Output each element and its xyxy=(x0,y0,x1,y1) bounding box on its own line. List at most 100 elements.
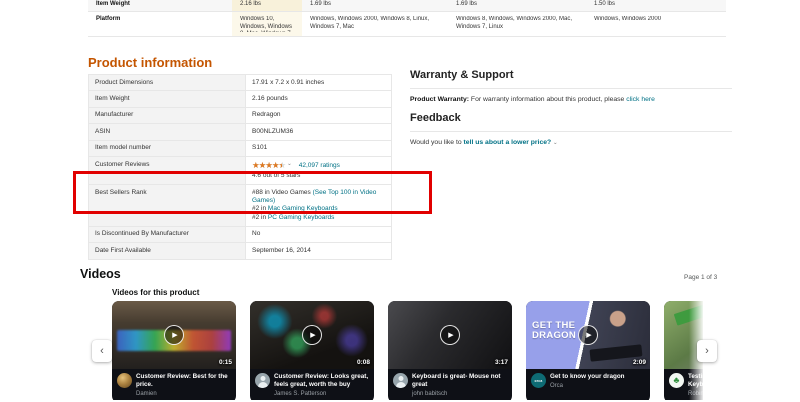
video-thumbnail: ▶ 0:15 xyxy=(112,301,236,369)
video-duration: 0:08 xyxy=(356,359,370,366)
page-indicator: Page 1 of 3 xyxy=(684,274,718,281)
video-carousel: ▶ 0:15 Customer Review: Best for the pri… xyxy=(112,301,703,400)
comparison-cell-this-product: Windows 10, Windows, Windows 8, Mac, Win… xyxy=(232,11,302,37)
row-label: Item model number xyxy=(88,139,246,158)
comparison-row-label: Item Weight xyxy=(88,0,232,12)
video-title: Get to know your dragon xyxy=(550,373,625,380)
video-meta: Customer Review: Best for the price. Dam… xyxy=(112,369,236,400)
row-label: Product Dimensions xyxy=(88,73,246,92)
rank-line: #2 in Mac Gaming Keyboards xyxy=(252,205,385,213)
table-row: ASIN B00NLZUM36 xyxy=(88,123,392,141)
cell-text: Windows, Windows 2000 xyxy=(594,16,662,22)
person-avatar-icon xyxy=(393,373,408,388)
comparison-cell: 1.69 lbs xyxy=(302,0,448,12)
comparison-cell: Windows, Windows 2000 xyxy=(586,11,726,37)
video-author: Robin's Tests xyxy=(688,390,703,397)
play-icon[interactable]: ▶ xyxy=(302,325,322,345)
videos-subheading: Videos for this product xyxy=(112,288,200,297)
feedback-caret-icon[interactable]: ⌄ xyxy=(553,140,558,146)
video-author: john babitsch xyxy=(412,390,448,397)
video-card[interactable]: ▶ 0:15 Customer Review: Best for the pri… xyxy=(112,301,236,400)
video-card[interactable]: ▶ 0:08 Customer Review: Looks great, fee… xyxy=(250,301,374,400)
cell-text: Windows 8, Windows, Windows 2000, Mac, W… xyxy=(456,16,573,30)
table-row: Item model number S101 xyxy=(88,139,392,158)
banner-ribbon xyxy=(673,301,703,325)
video-title: Keyboard is great- Mouse not great xyxy=(412,373,501,389)
feedback-text: Would you like to tell us about a lower … xyxy=(410,139,732,146)
comparison-cell: 1.69 lbs xyxy=(448,0,586,12)
rank-line: #88 in Video Games (See Top 100 in Video… xyxy=(252,189,385,206)
row-value: B00NLZUM36 xyxy=(245,123,392,141)
video-meta: Customer Review: Looks great, feels grea… xyxy=(250,369,374,400)
comparison-cell: 1.50 lbs xyxy=(586,0,726,12)
table-row: Manufacturer Redragon xyxy=(88,106,392,125)
feedback-heading: Feedback xyxy=(410,112,732,132)
row-value: Redragon xyxy=(245,106,392,125)
table-row: Item Weight 2.16 pounds xyxy=(88,90,392,108)
warranty-body: For warranty information about this prod… xyxy=(469,96,627,103)
play-icon[interactable]: ▶ xyxy=(578,325,598,345)
video-meta: Testing the Keyboard Robin's Tests xyxy=(664,369,703,400)
video-title: Testing the Keyboard xyxy=(688,373,703,389)
play-icon[interactable]: ▶ xyxy=(440,325,460,345)
row-value: S101 xyxy=(245,139,392,158)
warranty-label: Product Warranty: xyxy=(410,96,470,103)
comparison-row-item-weight: Item Weight 2.16 lbs 1.69 lbs 1.69 lbs 1… xyxy=(88,0,726,12)
click-here-link[interactable]: click here xyxy=(626,96,655,103)
table-row: Is Discontinued By Manufacturer No xyxy=(88,225,392,244)
reviews-dropdown-caret-icon[interactable]: ⌄ xyxy=(287,161,292,167)
comparison-table: Item Weight 2.16 lbs 1.69 lbs 1.69 lbs 1… xyxy=(88,0,726,37)
rating-subtext: 4.6 out of 5 stars xyxy=(252,172,301,180)
video-card[interactable]: ▶ 3:17 Keyboard is great- Mouse not grea… xyxy=(388,301,512,400)
row-label: Customer Reviews xyxy=(88,156,246,186)
video-duration: 3:17 xyxy=(494,359,508,366)
mac-gaming-keyboards-link[interactable]: Mac Gaming Keyboards xyxy=(268,205,338,212)
rank-line: #2 in PC Gaming Keyboards xyxy=(252,214,385,222)
video-thumbnail: ▶ 3:17 xyxy=(388,301,512,369)
cell-text: Windows 10, Windows, Windows 8, Mac, Win… xyxy=(240,16,293,32)
video-author: James S. Patterson xyxy=(274,390,327,397)
product-information-heading: Product information xyxy=(88,55,213,70)
right-column: Warranty & Support Product Warranty: For… xyxy=(410,69,732,155)
table-row-best-sellers-rank: Best Sellers Rank #88 in Video Games (Se… xyxy=(88,184,392,227)
row-value: 17.91 x 7.2 x 0.91 inches xyxy=(245,73,392,92)
row-value: No xyxy=(245,225,392,244)
row-value: 2.16 pounds xyxy=(245,90,392,108)
comparison-row-platform: Platform Windows 10, Windows, Windows 8,… xyxy=(88,11,726,37)
table-row-customer-reviews: Customer Reviews ★★★★★★★★★★⌄ 42,097 ratin… xyxy=(88,156,392,186)
feedback-body: Would you like to xyxy=(410,139,464,146)
rank-text: #88 in Video Games xyxy=(252,188,313,196)
warranty-support-heading: Warranty & Support xyxy=(410,69,732,89)
avatar xyxy=(117,373,132,388)
video-thumbnail: GET THE DRAGON ▶ 2:09 xyxy=(526,301,650,369)
video-duration: 0:15 xyxy=(218,359,232,366)
palm-avatar-icon xyxy=(669,373,684,388)
video-card[interactable]: GET THE DRAGON ▶ 2:09 orca Get to know yo… xyxy=(526,301,650,400)
row-label: Date First Available xyxy=(88,242,246,260)
play-icon[interactable]: ▶ xyxy=(164,325,184,345)
carousel-prev-button[interactable]: ‹ xyxy=(92,340,112,362)
video-title: Customer Review: Looks great, feels grea… xyxy=(274,373,369,389)
rank-text: #2 in xyxy=(252,205,268,213)
video-author: Orca xyxy=(550,382,564,389)
row-label: Best Sellers Rank xyxy=(88,184,246,227)
video-thumbnail: ▶ 0:08 xyxy=(250,301,374,369)
lower-price-link[interactable]: tell us about a lower price? xyxy=(464,139,552,146)
row-label: ASIN xyxy=(88,123,246,141)
video-author: Damien xyxy=(136,390,157,397)
video-meta: orca Get to know your dragon Orca xyxy=(526,369,650,393)
stars-fill: ★★★★★ xyxy=(252,160,282,170)
videos-heading: Videos xyxy=(80,267,121,281)
row-value: ★★★★★★★★★★⌄ 42,097 ratings 4.6 out of 5 s… xyxy=(245,156,392,186)
video-title: Customer Review: Best for the price. xyxy=(136,373,228,389)
warranty-text: Product Warranty: For warranty informati… xyxy=(410,96,732,103)
row-label: Is Discontinued By Manufacturer xyxy=(88,225,246,244)
pc-gaming-keyboards-link[interactable]: PC Gaming Keyboards xyxy=(268,214,334,221)
carousel-next-button[interactable]: › xyxy=(697,340,717,362)
ratings-count-link[interactable]: 42,097 ratings xyxy=(299,162,340,169)
rank-text: #2 in xyxy=(252,213,268,221)
row-value: September 16, 2014 xyxy=(245,242,392,260)
table-row: Date First Available September 16, 2014 xyxy=(88,242,392,260)
table-row: Product Dimensions 17.91 x 7.2 x 0.91 in… xyxy=(88,73,392,92)
cell-text: Windows, Windows 2000, Windows 8, Linux,… xyxy=(310,16,430,30)
